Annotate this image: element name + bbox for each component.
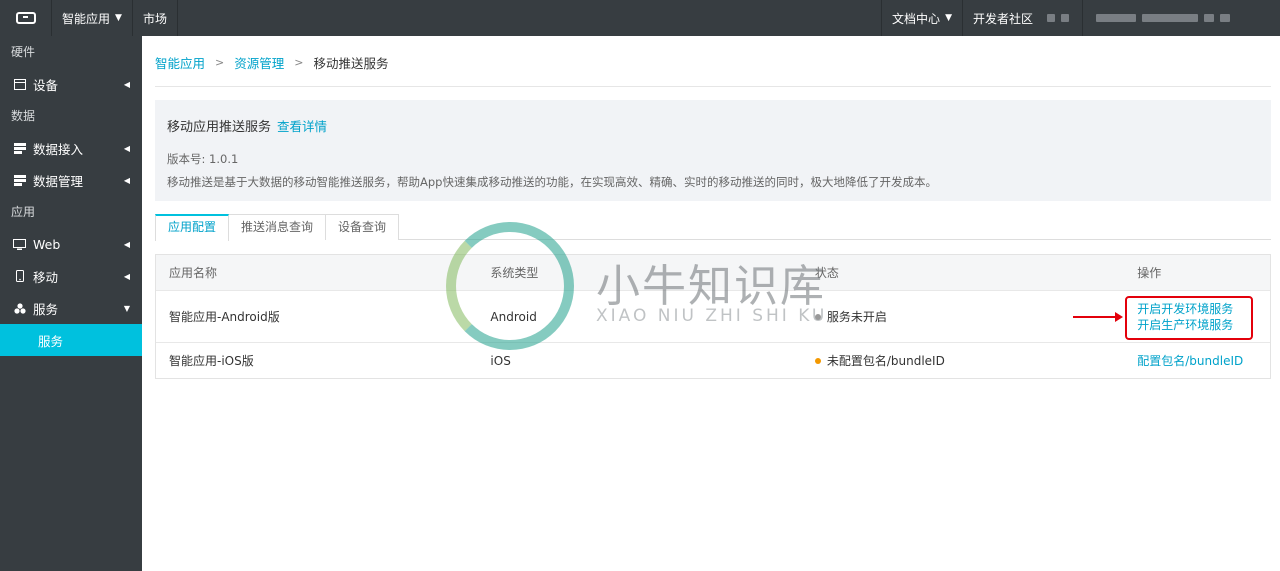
tab-device-query[interactable]: 设备查询 [325, 214, 400, 240]
sidebar-item-web[interactable]: Web ◀ [0, 228, 142, 260]
blurred-user-name [1096, 14, 1136, 22]
table-header-row: 应用名称 系统类型 状态 操作 [156, 255, 1270, 291]
market-label: 市场 [142, 11, 167, 26]
market-link[interactable]: 市场 [133, 0, 178, 36]
sidebar-item-label: 移动 [33, 269, 59, 285]
database-icon [13, 142, 26, 154]
blurred-icon [1047, 14, 1055, 22]
sidebar-item-service[interactable]: 服务 ▼ [0, 292, 142, 324]
status-dot-icon [814, 357, 821, 364]
breadcrumb-link-smart-app[interactable]: 智能应用 [155, 53, 205, 72]
app-menu-label: 智能应用 [62, 11, 111, 26]
sidebar: 硬件 设备 ◀ 数据 数据接入 ◀ 数据管理 ◀ 应用 Web ◀ 移动 ◀ 服… [0, 36, 142, 571]
caret-left-icon: ◀ [123, 143, 130, 153]
tab-app-config[interactable]: 应用配置 [155, 214, 230, 241]
status-text: 服务未开启 [826, 310, 887, 324]
tab-bar: 应用配置 推送消息查询 设备查询 [155, 214, 1271, 241]
blurred-user-name [1220, 14, 1230, 22]
device-icon [13, 78, 26, 90]
caret-down-icon: ▼ [123, 303, 130, 313]
chevron-right-icon: > [215, 56, 225, 69]
status-cell: 未配置包名/bundleID [802, 352, 1124, 369]
red-highlight-box [1125, 296, 1253, 340]
community-label: 开发者社区 [972, 11, 1033, 26]
sidebar-group-data: 数据 [11, 109, 36, 123]
app-name-cell: 智能应用-Android版 [169, 310, 280, 324]
sidebar-item-device[interactable]: 设备 ◀ [0, 68, 142, 100]
divider [155, 86, 1271, 87]
tab-push-query[interactable]: 推送消息查询 [228, 214, 327, 240]
column-header-os: 系统类型 [490, 266, 539, 280]
blurred-icon [1061, 14, 1069, 22]
user-menu[interactable] [1082, 0, 1280, 36]
app-menu[interactable]: 智能应用 ▼ [52, 0, 133, 36]
chevron-right-icon: > [294, 56, 304, 69]
breadcrumb-link-resource-manage[interactable]: 资源管理 [234, 53, 284, 72]
service-info-panel: 移动应用推送服务 查看详情 版本号: 1.0.1 移动推送是基于大数据的移动智能推… [155, 100, 1271, 201]
sidebar-item-label: 服务 [38, 333, 64, 349]
caret-left-icon: ◀ [123, 271, 130, 281]
column-header-actions: 操作 [1137, 266, 1162, 280]
service-title: 移动应用推送服务 查看详情 [167, 116, 1259, 135]
version-label: 版本号: [167, 152, 206, 166]
caret-left-icon: ◀ [123, 175, 130, 185]
monitor-icon [13, 238, 26, 250]
app-name-cell: 智能应用-iOS版 [169, 354, 254, 368]
caret-down-icon: ▼ [115, 13, 122, 23]
sidebar-item-data-ingest[interactable]: 数据接入 ◀ [0, 132, 142, 164]
red-arrow-annotation [1073, 312, 1123, 322]
sidebar-group-hardware: 硬件 [11, 45, 36, 59]
breadcrumb-current: 移动推送服务 [313, 56, 389, 71]
table-row: 智能应用-Android版 Android 服务未开启 开启开发环境服务 开启生… [156, 291, 1270, 343]
blurred-user-name [1142, 14, 1198, 22]
blurred-user-name [1204, 14, 1214, 22]
community-link[interactable]: 开发者社区 [961, 0, 1082, 36]
docs-label: 文档中心 [892, 11, 941, 26]
caret-left-icon: ◀ [123, 239, 130, 249]
database-icon [13, 174, 26, 186]
actions-cell: 配置包名/bundleID [1124, 353, 1270, 369]
breadcrumb: 智能应用 > 资源管理 > 移动推送服务 [155, 53, 388, 72]
app-table: 应用名称 系统类型 状态 操作 智能应用-Android版 Android 服务… [155, 254, 1271, 379]
column-header-name: 应用名称 [169, 266, 218, 280]
sidebar-item-label: 设备 [33, 77, 59, 93]
status-text: 未配置包名/bundleID [826, 354, 945, 368]
sidebar-group-apps: 应用 [11, 205, 36, 219]
cubes-icon [13, 302, 26, 314]
column-header-status: 状态 [814, 266, 839, 280]
docs-menu[interactable]: 文档中心 ▼ [881, 0, 962, 36]
sidebar-item-data-manage[interactable]: 数据管理 ◀ [0, 164, 142, 196]
main-content: 智能应用 > 资源管理 > 移动推送服务 移动应用推送服务 查看详情 版本号: 1… [142, 36, 1280, 571]
version-line: 版本号: 1.0.1 [167, 151, 1259, 167]
table-row: 智能应用-iOS版 iOS 未配置包名/bundleID 配置包名/bundle… [156, 343, 1270, 378]
status-dot-icon [814, 313, 821, 320]
view-details-link[interactable]: 查看详情 [277, 119, 327, 134]
sidebar-item-label: 数据管理 [33, 173, 84, 189]
caret-down-icon: ▼ [945, 13, 952, 23]
os-cell: iOS [490, 353, 511, 368]
mobile-phone-icon [13, 270, 26, 282]
caret-left-icon: ◀ [123, 79, 130, 89]
sidebar-item-label: 数据接入 [33, 141, 84, 157]
sidebar-item-mobile[interactable]: 移动 ◀ [0, 260, 142, 292]
logo-icon[interactable] [0, 0, 52, 36]
service-description: 移动推送是基于大数据的移动智能推送服务，帮助App快速集成移动推送的功能，在实现… [167, 175, 937, 189]
top-bar: 智能应用 ▼ 市场 文档中心 ▼ 开发者社区 [0, 0, 1280, 36]
service-title-text: 移动应用推送服务 [167, 120, 272, 135]
sidebar-item-label: 服务 [33, 301, 59, 317]
sidebar-item-label: Web [33, 236, 61, 252]
sidebar-subitem-service[interactable]: 服务 [0, 324, 142, 356]
os-cell: Android [490, 309, 537, 324]
configure-bundle-id-link[interactable]: 配置包名/bundleID [1137, 353, 1270, 369]
version-value: 1.0.1 [209, 152, 239, 166]
